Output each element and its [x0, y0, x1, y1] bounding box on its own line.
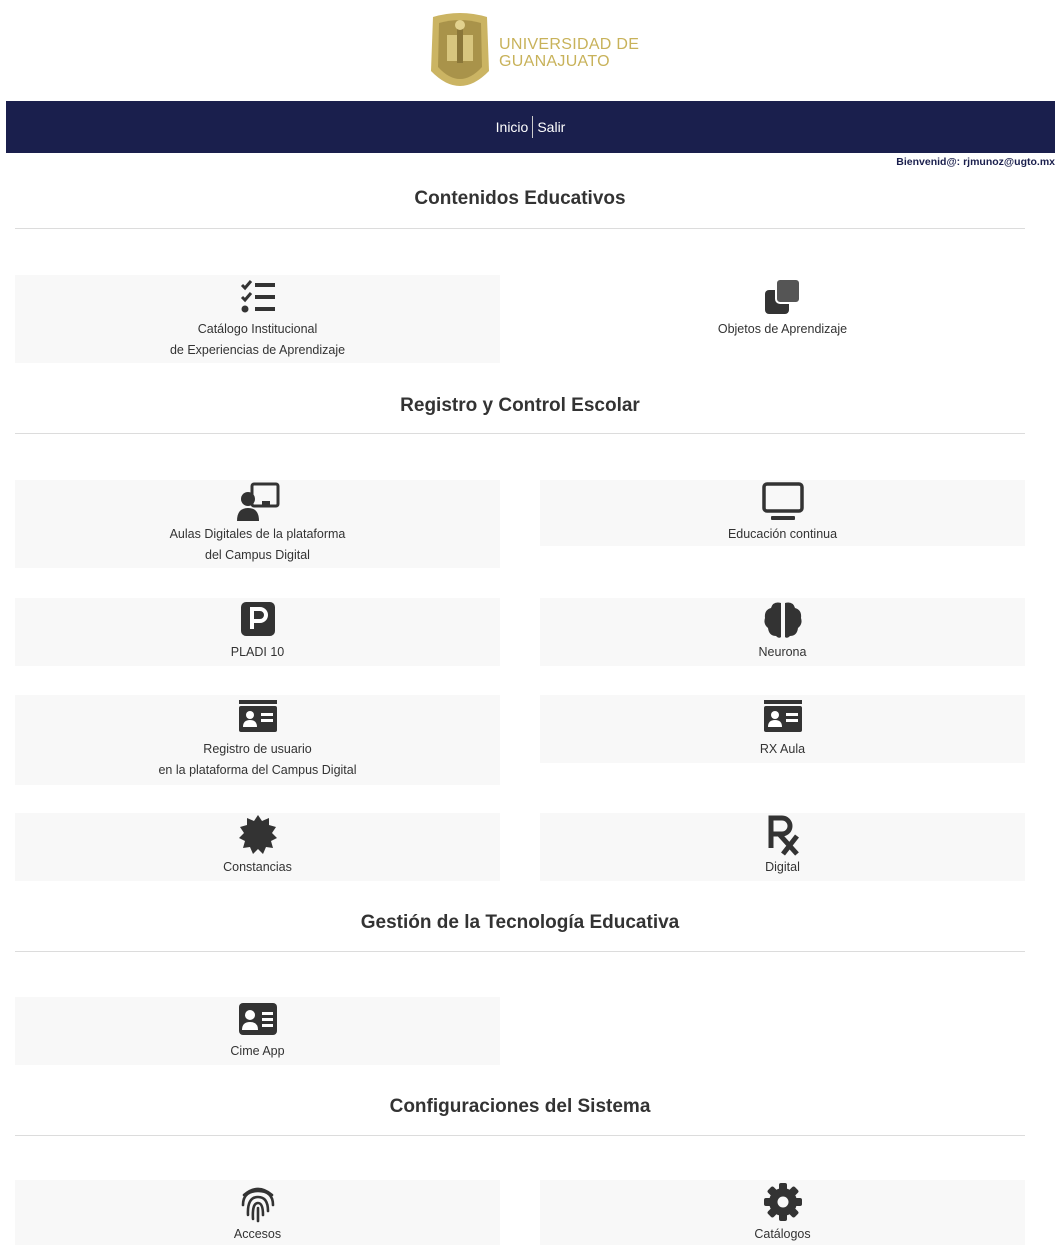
university-name-line2: GUANAJUATO: [499, 52, 610, 70]
university-logo: UNIVERSIDAD DE GUANAJUATO: [425, 10, 655, 95]
fingerprint-icon: [234, 1180, 282, 1224]
card-neurona[interactable]: Neurona: [540, 598, 1025, 666]
card-label: Catálogo Institucional de Experiencias d…: [170, 319, 345, 361]
section-title-gestion: Gestión de la Tecnología Educativa: [360, 912, 680, 933]
card-label: Constancias: [223, 860, 292, 874]
section-title-registro: Registro y Control Escolar: [400, 395, 640, 416]
card-label: Accesos: [233, 1227, 282, 1241]
card-label-line2: en la plataforma del Campus Digital: [158, 763, 357, 777]
section-title-contenidos: Contenidos Educativos: [414, 188, 626, 209]
card-label: RX Aula: [759, 742, 806, 756]
card-label-line2: del Campus Digital: [205, 548, 310, 562]
card-constancias[interactable]: Constancias: [15, 813, 500, 881]
nav-inicio-link[interactable]: Inicio: [492, 119, 533, 135]
gear-icon: [759, 1180, 807, 1224]
card-digital[interactable]: Digital: [540, 813, 1025, 881]
contact-card-icon: [234, 997, 282, 1041]
card-label: PLADI 10: [230, 645, 285, 659]
card-objetos-aprendizaje[interactable]: Objetos de Aprendizaje: [540, 275, 1025, 363]
card-label: Aulas Digitales de la plataforma del Cam…: [170, 524, 346, 566]
university-seal-icon: [431, 12, 489, 86]
card-label-line1: Catálogo Institucional: [197, 322, 318, 336]
card-registro-usuario[interactable]: Registro de usuario en la plataforma del…: [15, 695, 500, 785]
brain-icon: [759, 598, 807, 642]
monitor-icon: [759, 480, 807, 524]
card-rx-aula[interactable]: RX Aula: [540, 695, 1025, 763]
card-educacion-continua[interactable]: Educación continua: [540, 480, 1025, 546]
card-label-line2: de Experiencias de Aprendizaje: [169, 343, 346, 357]
card-catalogo-institucional[interactable]: Catálogo Institucional de Experiencias d…: [15, 275, 500, 363]
top-navbar: Inicio Salir: [6, 101, 1055, 153]
section-title-config: Configuraciones del Sistema: [389, 1096, 651, 1117]
university-name: UNIVERSIDAD DE GUANAJUATO: [499, 36, 639, 70]
section-divider: [15, 228, 1025, 229]
nav-salir-link[interactable]: Salir: [533, 119, 569, 135]
university-name-line1: UNIVERSIDAD DE: [499, 35, 640, 53]
welcome-user-text: Bienvenid@: rjmunoz@ugto.mx: [896, 156, 1055, 168]
card-label-line1: Registro de usuario: [203, 742, 312, 756]
checklist-icon: [234, 275, 282, 319]
id-card-icon: [759, 695, 807, 739]
card-label-line1: Aulas Digitales de la plataforma: [169, 527, 346, 541]
clone-icon: [759, 275, 807, 319]
card-aulas-digitales[interactable]: Aulas Digitales de la plataforma del Cam…: [15, 480, 500, 568]
card-label: Catálogos: [754, 1227, 811, 1241]
section-divider: [15, 433, 1025, 434]
card-catalogos[interactable]: Catálogos: [540, 1180, 1025, 1245]
card-pladi-10[interactable]: PLADI 10: [15, 598, 500, 666]
teacher-screen-icon: [234, 480, 282, 524]
card-label: Cime App: [230, 1044, 285, 1058]
card-label: Neurona: [758, 645, 807, 659]
card-label: Digital: [765, 860, 800, 874]
card-label: Educación continua: [727, 527, 838, 541]
id-card-icon: [234, 695, 282, 739]
section-divider: [15, 951, 1025, 952]
certificate-icon: [234, 813, 282, 857]
card-label: Objetos de Aprendizaje: [717, 322, 848, 336]
section-divider: [15, 1135, 1025, 1136]
parking-square-icon: [234, 598, 282, 642]
card-label: Registro de usuario en la plataforma del…: [158, 739, 356, 781]
prescription-icon: [759, 813, 807, 857]
card-cime-app[interactable]: Cime App: [15, 997, 500, 1065]
card-accesos[interactable]: Accesos: [15, 1180, 500, 1245]
